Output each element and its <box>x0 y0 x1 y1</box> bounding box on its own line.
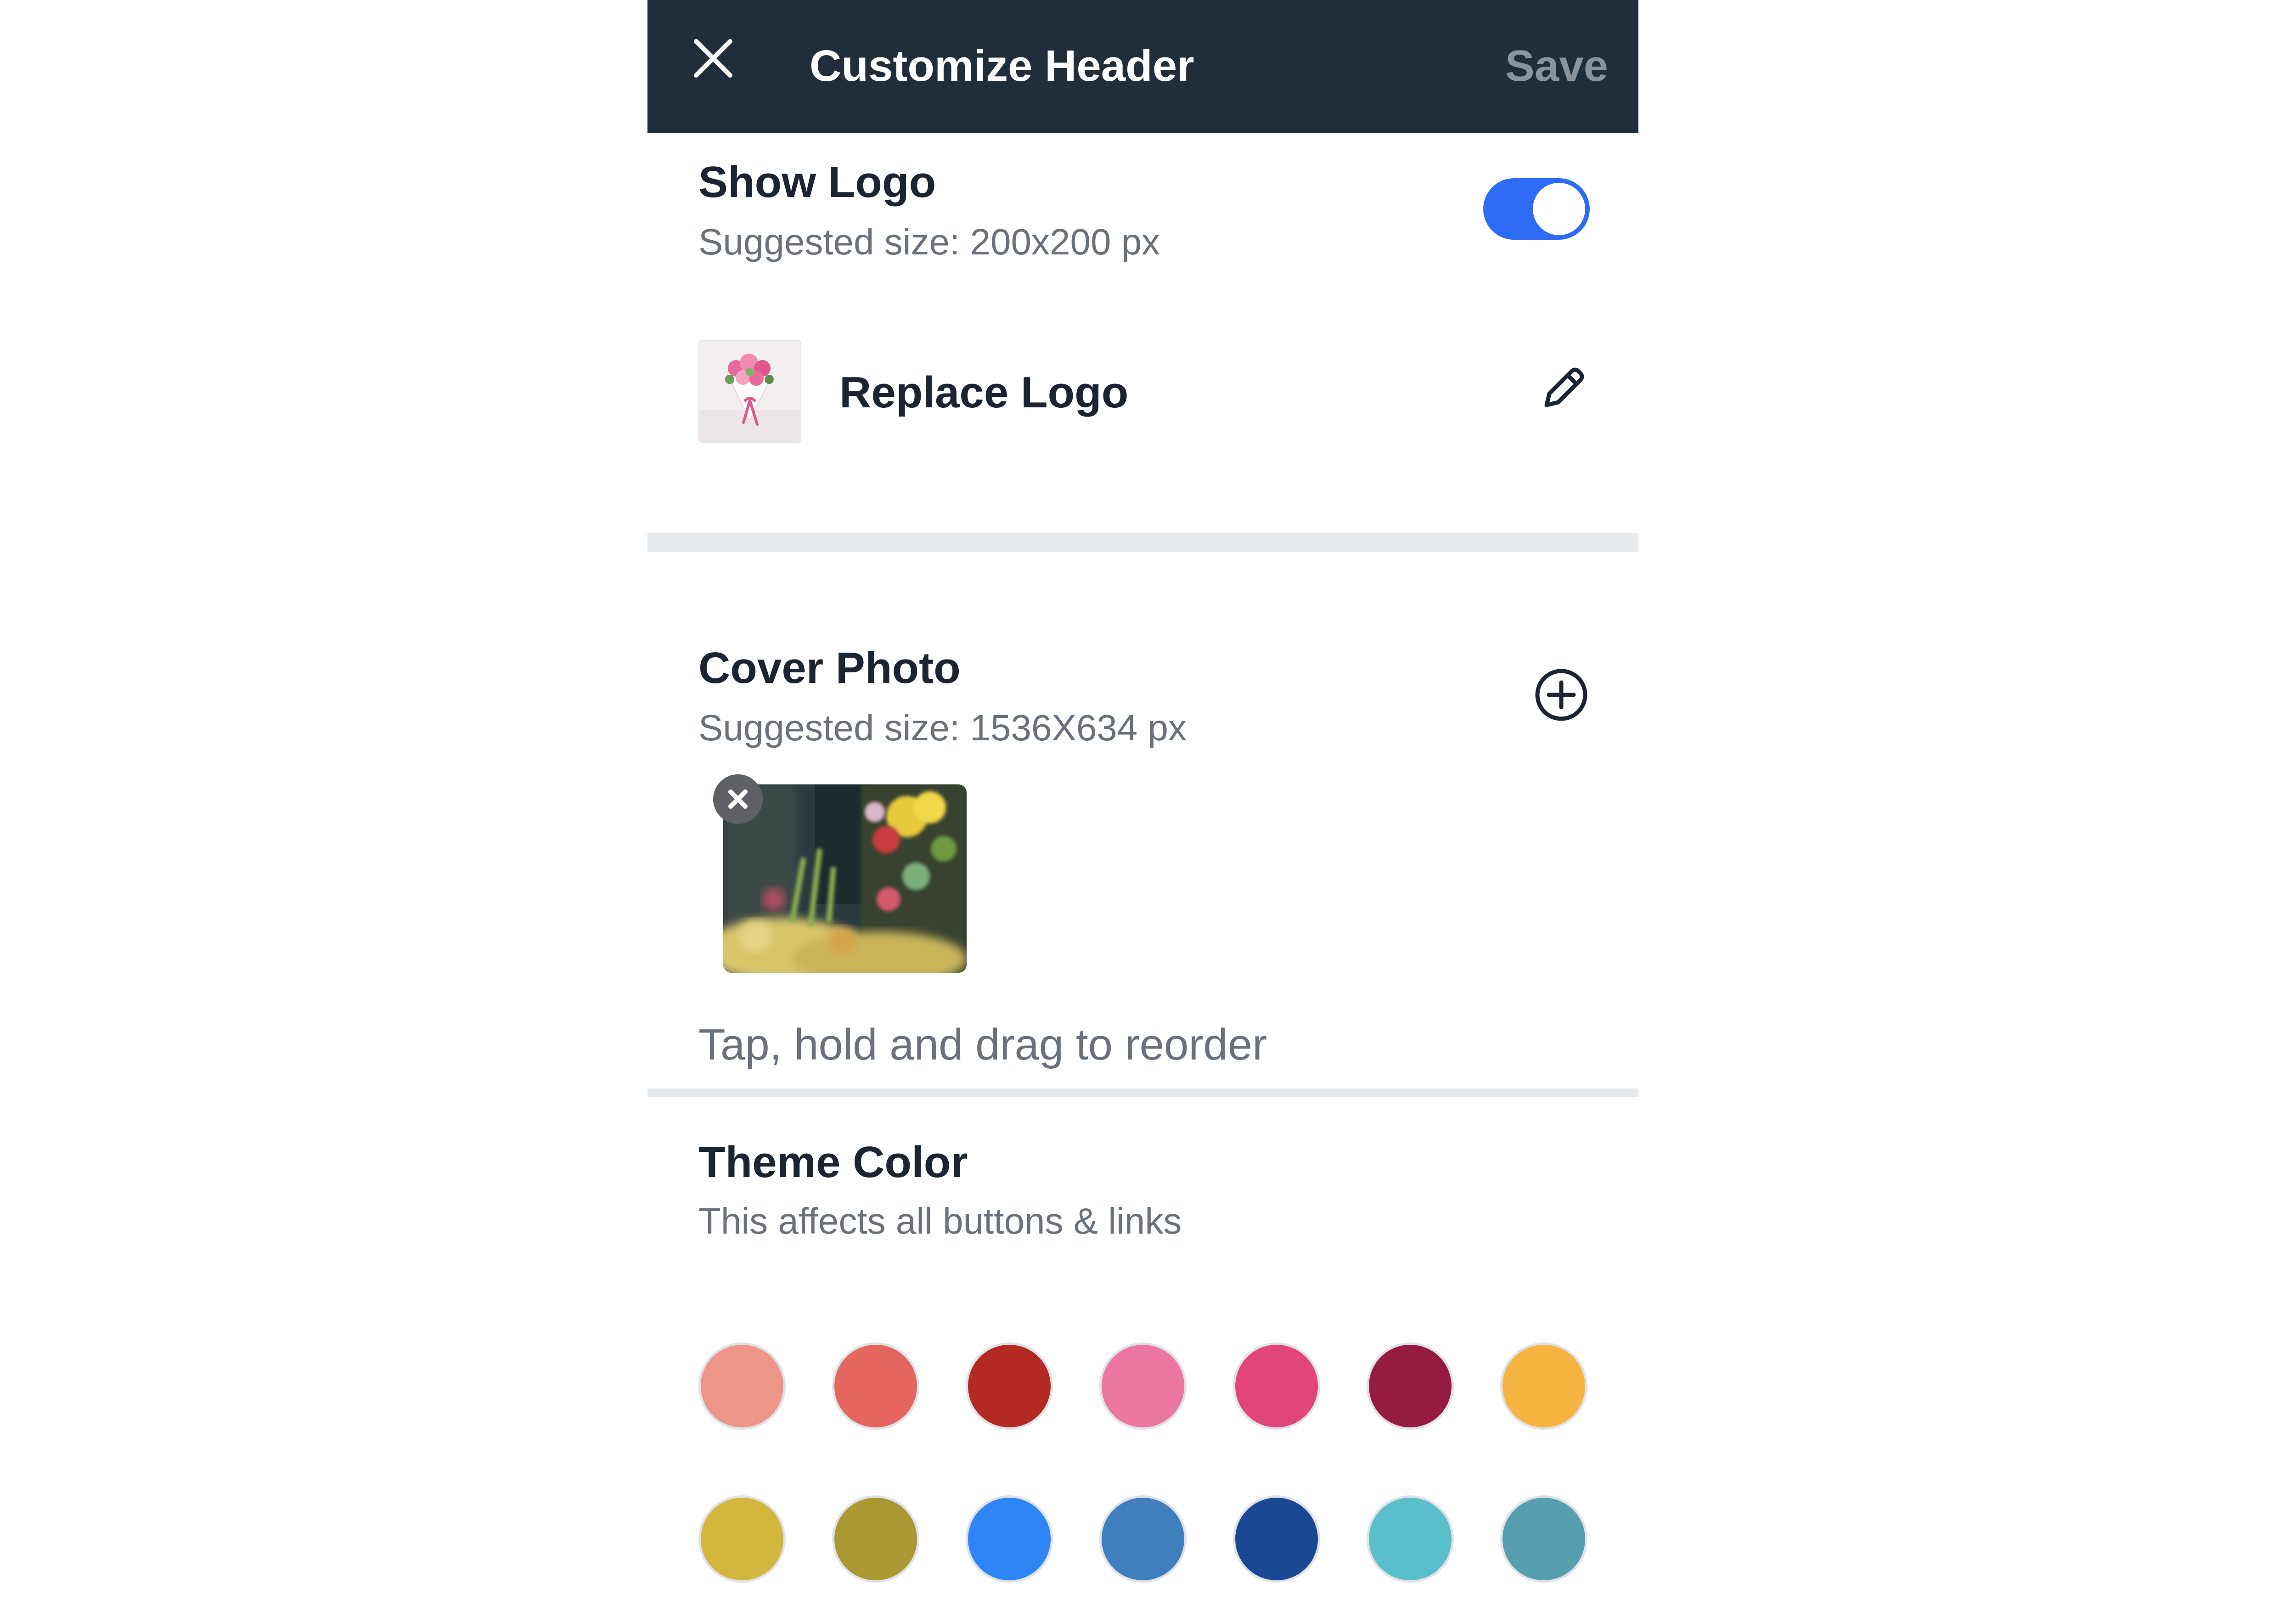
color-swatch[interactable] <box>832 1495 919 1583</box>
replace-logo-label[interactable]: Replace Logo <box>839 363 1128 423</box>
pencil-icon <box>1544 367 1584 407</box>
add-cover-photo-button[interactable] <box>1531 665 1591 725</box>
remove-photo-button[interactable] <box>713 774 763 824</box>
show-logo-title: Show Logo <box>698 158 936 207</box>
color-swatch[interactable] <box>1500 1495 1587 1583</box>
color-swatch[interactable] <box>1099 1495 1187 1583</box>
color-swatch[interactable] <box>1099 1342 1187 1430</box>
theme-color-title: Theme Color <box>698 1138 968 1187</box>
customize-header-screen: Customize Header Save Show Logo Suggeste… <box>647 0 1638 1601</box>
cover-photo-title: Cover Photo <box>698 643 961 693</box>
top-bar: Customize Header Save <box>647 0 1638 133</box>
reorder-hint: Tap, hold and drag to reorder <box>698 1020 1267 1069</box>
color-swatch[interactable] <box>1500 1342 1587 1430</box>
color-swatch[interactable] <box>966 1342 1053 1430</box>
page: Customize Header Save Show Logo Suggeste… <box>0 0 2296 1601</box>
color-swatch[interactable] <box>698 1342 786 1430</box>
color-swatch[interactable] <box>966 1495 1053 1583</box>
plus-circle-icon <box>1535 669 1587 721</box>
show-logo-subtitle: Suggested size: 200x200 px <box>698 221 1160 262</box>
flower-bouquet-image <box>699 341 800 442</box>
page-title: Customize Header <box>810 41 1194 90</box>
color-swatch[interactable] <box>1367 1495 1454 1583</box>
close-button[interactable] <box>688 33 738 84</box>
color-swatch[interactable] <box>698 1495 786 1583</box>
close-icon <box>728 789 748 809</box>
color-swatch[interactable] <box>1233 1495 1320 1583</box>
color-swatch[interactable] <box>1367 1342 1454 1430</box>
logo-thumbnail[interactable] <box>698 340 801 443</box>
show-logo-toggle[interactable] <box>1483 178 1590 240</box>
edit-logo-button[interactable] <box>1534 361 1591 418</box>
close-icon <box>694 39 732 78</box>
section-divider <box>647 1088 1638 1097</box>
color-swatch[interactable] <box>1233 1342 1320 1430</box>
toggle-knob <box>1533 183 1585 235</box>
color-swatch[interactable] <box>832 1342 919 1430</box>
section-divider <box>647 533 1638 552</box>
cover-photo-subtitle: Suggested size: 1536X634 px <box>698 707 1187 748</box>
save-button[interactable]: Save <box>1505 34 1608 98</box>
theme-color-subtitle: This affects all buttons & links <box>698 1201 1182 1241</box>
